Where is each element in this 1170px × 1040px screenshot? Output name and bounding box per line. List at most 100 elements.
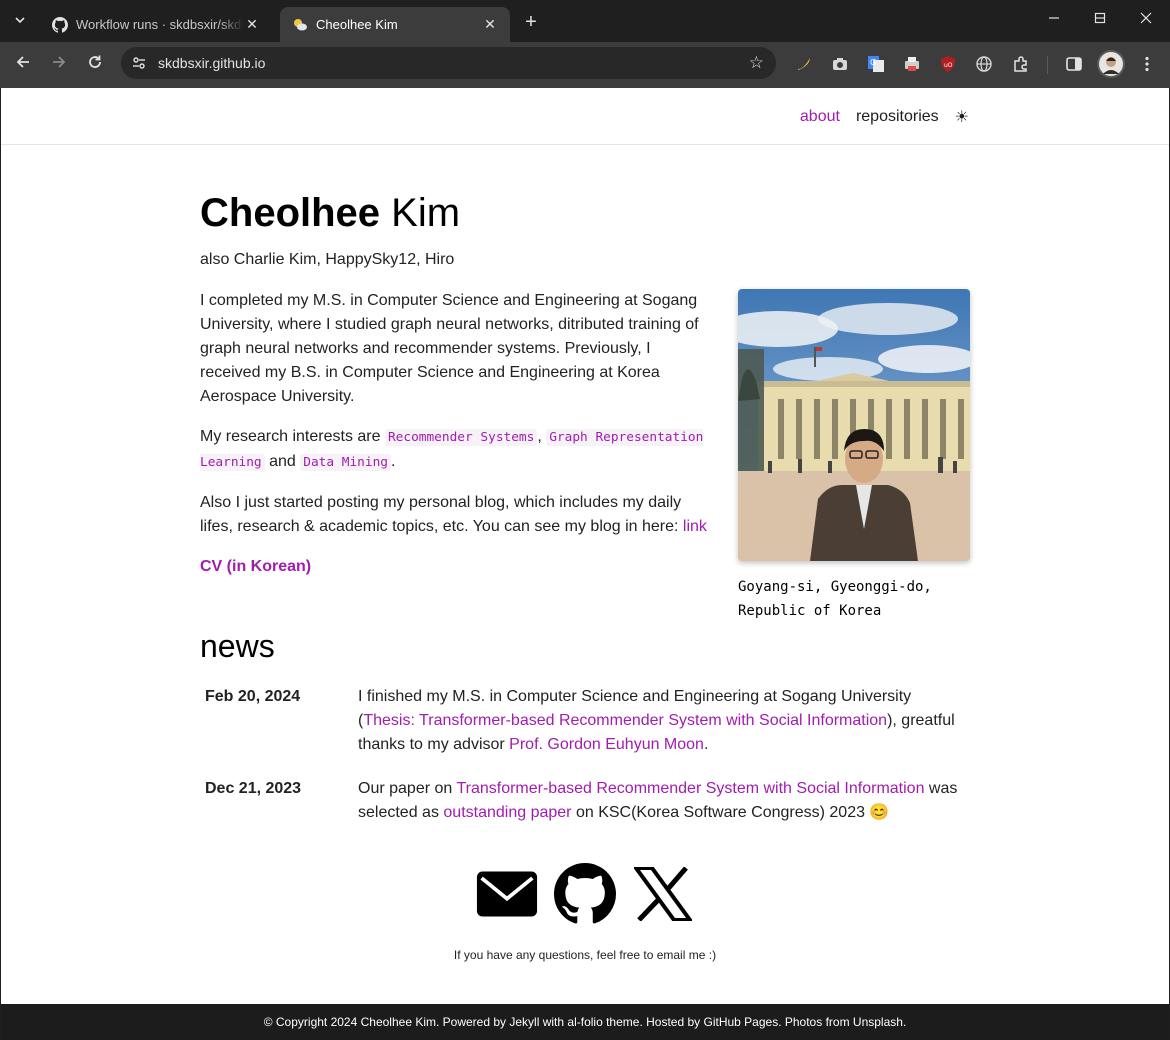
x-twitter-icon[interactable] [632, 860, 694, 928]
title-first-name: Cheolhee [200, 191, 381, 235]
page-subtitle: also Charlie Kim, HappySky12, Hiro [200, 251, 455, 268]
footer-text: . Photos from [778, 1015, 853, 1029]
news-item: Feb 20, 2024 I finished my M.S. in Compu… [200, 685, 970, 757]
news-date: Dec 21, 2023 [205, 780, 302, 797]
theme-toggle-sun-icon[interactable]: ☀ [955, 107, 969, 127]
site-nav: about repositories ☀ [784, 88, 969, 145]
cv-link[interactable]: CV (in Korean) [200, 558, 311, 575]
site-footer: © Copyright 2024 Cheolhee Kim. Powered b… [1, 1004, 1169, 1040]
toolbar-divider [1047, 56, 1048, 74]
profile-photo [738, 289, 970, 561]
paper-link[interactable]: Transformer-based Recommender System wit… [456, 780, 924, 797]
close-tab-icon[interactable]: ✕ [244, 16, 260, 33]
alfolio-link[interactable]: al-folio [567, 1015, 602, 1029]
profile-avatar[interactable] [1097, 50, 1125, 78]
contact-note: If you have any questions, feel free to … [453, 948, 717, 962]
photo-caption: Goyang-si, Gyeonggi-do, Republic of Kore… [738, 579, 932, 619]
browser-toolbar: skdbsxir.github.io ☆ G uO [0, 42, 1170, 88]
close-window-button[interactable] [1123, 0, 1169, 42]
footer-text: theme. Hosted by [602, 1015, 704, 1029]
tab-strip: Workflow runs · skdbsxir/skdbsxir.github… [0, 0, 1170, 42]
footer-text: . [902, 1015, 907, 1029]
footer-text: with [539, 1015, 568, 1029]
news-text: Our paper on Transformer-based Recommend… [358, 777, 970, 825]
news-text: I finished my M.S. in Computer Science a… [358, 685, 970, 757]
thesis-link[interactable]: Thesis: Transformer-based Recommender Sy… [363, 712, 887, 729]
outstanding-paper-link[interactable]: outstanding paper [443, 804, 571, 821]
news-text-part: . [703, 736, 709, 753]
bookmark-star-icon[interactable]: ☆ [749, 47, 764, 79]
news-list: Feb 20, 2024 I finished my M.S. in Compu… [200, 685, 970, 845]
github-icon[interactable] [554, 860, 616, 928]
site-header: about repositories ☀ [1, 88, 1169, 145]
page-title: Cheolhee Kim [200, 191, 460, 236]
bio: I completed my M.S. in Computer Science … [200, 289, 715, 595]
tab-title: Cheolhee Kim [316, 17, 398, 32]
avatar-icon [1099, 52, 1123, 76]
conjunction: and [264, 453, 301, 470]
arrow-right-icon [53, 56, 66, 68]
tab-workflow-runs[interactable]: Workflow runs · skdbsxir/skdbsxir.github… [40, 7, 272, 42]
email-icon[interactable] [476, 860, 538, 928]
extension-globe-icon[interactable] [974, 54, 994, 74]
back-button[interactable] [9, 51, 37, 79]
news-text-part: on KSC(Korea Software Congress) 2023 😊 [571, 804, 890, 821]
interest-tag: Recommender Systems [384, 429, 538, 446]
chevron-down-icon [15, 17, 25, 24]
jekyll-link[interactable]: Jekyll [509, 1015, 539, 1029]
arrow-left-icon [16, 56, 29, 68]
blog-text: Also I just started posting my personal … [200, 494, 683, 535]
reload-button[interactable] [81, 51, 109, 79]
nav-repositories[interactable]: repositories [856, 108, 939, 126]
svg-text:uO: uO [944, 62, 953, 69]
period: . [390, 453, 396, 470]
interests-prefix: My research interests are [200, 428, 385, 445]
extension-print-icon[interactable] [902, 54, 922, 74]
site-info-icon[interactable] [131, 55, 147, 71]
maximize-button[interactable] [1077, 0, 1123, 42]
minimize-icon [1049, 17, 1059, 19]
url-text[interactable]: skdbsxir.github.io [158, 47, 265, 79]
maximize-icon [1094, 12, 1106, 24]
cv-paragraph: CV (in Korean) [200, 555, 715, 579]
profile-photo-image [738, 289, 970, 561]
forward-button[interactable] [45, 51, 73, 79]
extension-ublock-icon[interactable]: uO [938, 54, 958, 74]
extensions-puzzle-icon[interactable] [1011, 54, 1031, 74]
nav-about[interactable]: about [800, 108, 840, 126]
address-bar[interactable]: skdbsxir.github.io ☆ [121, 47, 776, 79]
title-last-name: Kim [391, 191, 461, 235]
blog-link[interactable]: link [683, 518, 707, 535]
news-text-part: Our paper on [358, 780, 457, 797]
minimize-button-alt[interactable] [1031, 0, 1077, 42]
tab-cheolhee-kim[interactable]: Cheolhee Kim ✕ [280, 7, 510, 42]
github-pages-link[interactable]: GitHub Pages [703, 1015, 778, 1029]
separator: , [537, 428, 547, 445]
page-viewport: about repositories ☀ Cheolhee Kim also C… [1, 88, 1169, 1040]
svg-text:G: G [870, 58, 876, 67]
unsplash-link[interactable]: Unsplash [853, 1015, 903, 1029]
footer-copyright: © Copyright 2024 Cheolhee Kim. Powered b… [263, 1015, 510, 1029]
browser-menu-icon[interactable] [1137, 54, 1157, 74]
close-tab-icon[interactable]: ✕ [482, 16, 498, 33]
github-icon [52, 16, 68, 33]
tab-search-button[interactable] [6, 8, 34, 36]
bio-paragraph-education: I completed my M.S. in Computer Science … [200, 292, 699, 405]
side-panel-icon[interactable] [1064, 54, 1084, 74]
sun-cloud-icon [292, 17, 308, 33]
advisor-link[interactable]: Prof. Gordon Euhyun Moon [509, 736, 704, 753]
extension-banana-icon[interactable] [794, 54, 814, 74]
profile-figure: Goyang-si, Gyeonggi-do, Republic of Kore… [738, 289, 970, 623]
news-item: Dec 21, 2023 Our paper on Transformer-ba… [200, 777, 970, 825]
news-date: Feb 20, 2024 [205, 688, 301, 705]
social-links [200, 860, 970, 928]
tab-title: Workflow runs · skdbsxir/skdbsxir.github… [76, 17, 244, 32]
new-tab-button[interactable]: + [518, 10, 544, 36]
bio-paragraph-interests: My research interests are Recommender Sy… [200, 425, 715, 475]
interest-tag: Data Mining [300, 454, 391, 471]
extension-camera-icon[interactable] [830, 54, 850, 74]
news-heading: news [200, 628, 275, 664]
reload-icon [89, 55, 101, 68]
extension-translate-icon[interactable]: G [866, 54, 886, 74]
bio-paragraph-blog: Also I just started posting my personal … [200, 491, 715, 539]
